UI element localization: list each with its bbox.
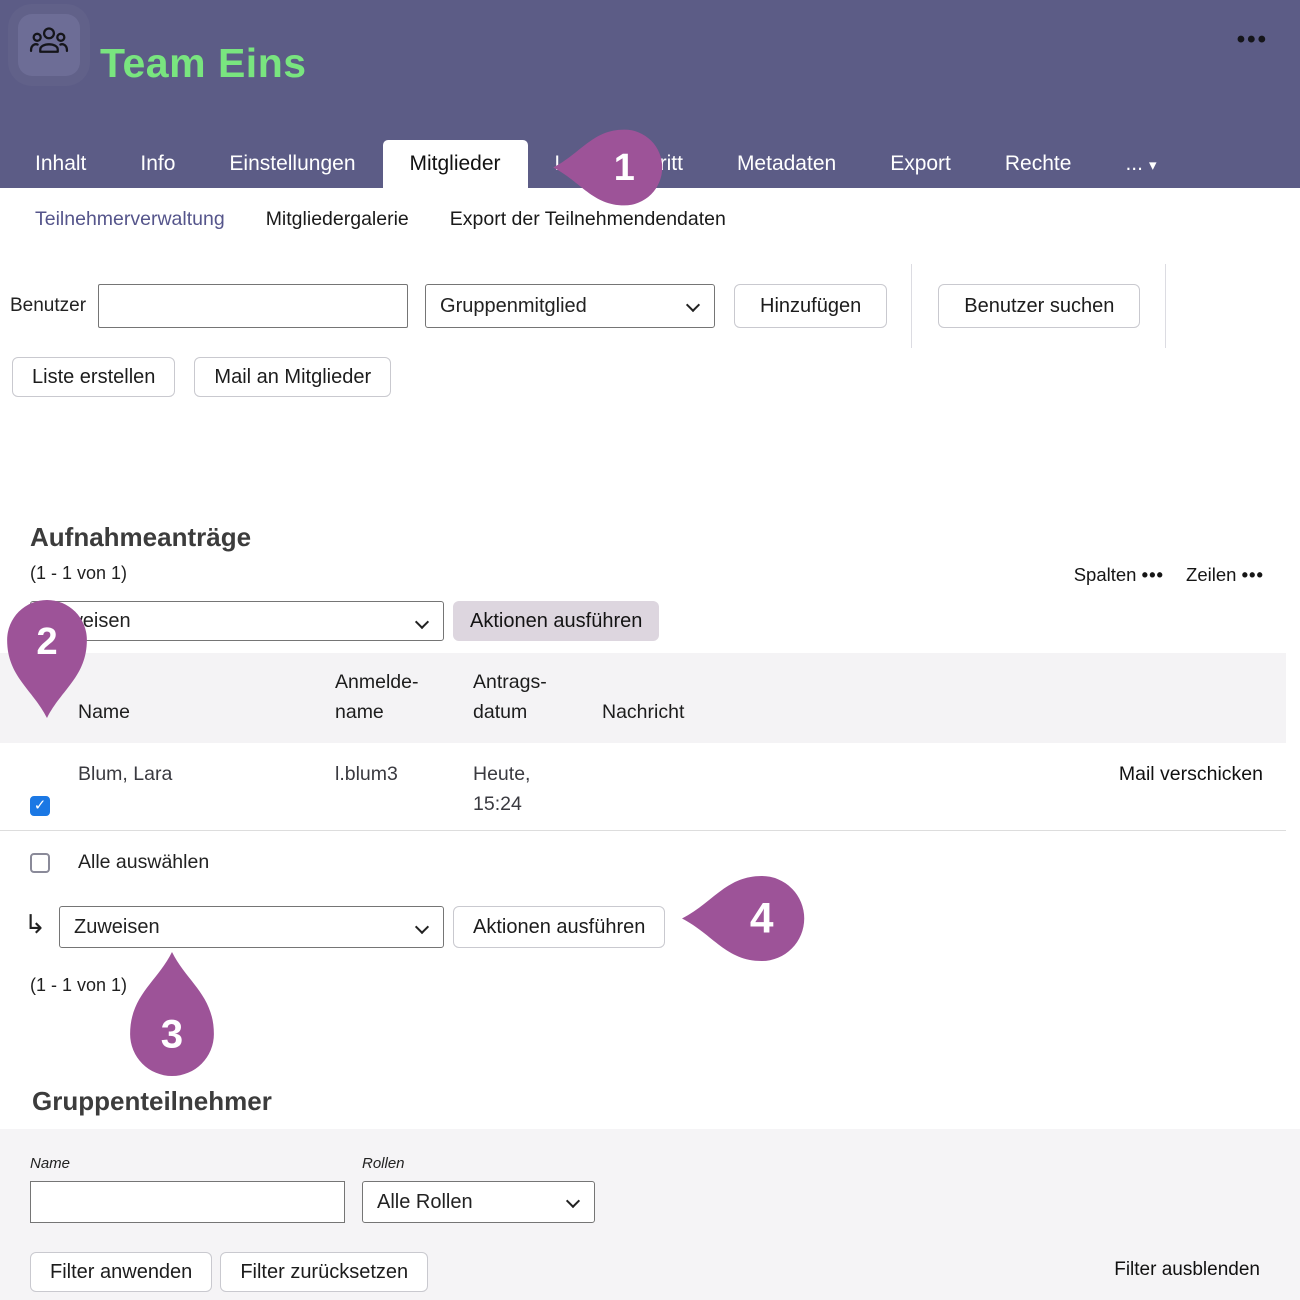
reset-filter-button[interactable]: Filter zurücksetzen [220, 1252, 428, 1292]
columns-menu[interactable]: Spalten ••• [1074, 564, 1164, 586]
svg-text:4: 4 [750, 896, 774, 943]
more-options-icon[interactable]: ••• [1237, 26, 1268, 54]
tab-info[interactable]: Info [113, 140, 202, 188]
svg-text:3: 3 [161, 1012, 183, 1057]
bottom-execute-actions-button[interactable]: Aktionen ausführen [453, 906, 665, 948]
filter-roles-label: Rollen [362, 1155, 595, 1172]
top-action-select[interactable]: Zuweisen [30, 601, 444, 641]
tab-inhalt[interactable]: Inhalt [8, 140, 113, 188]
callout-marker-1: 1 [552, 128, 665, 207]
row-name: Blum, Lara [62, 759, 335, 789]
hide-filter-link[interactable]: Filter ausblenden [1114, 1259, 1260, 1281]
requests-heading: Aufnahmeanträge [30, 522, 1300, 553]
row-mail-link[interactable]: Mail verschicken [900, 759, 1286, 789]
divider [911, 264, 912, 348]
subnav-teilnehmerverwaltung[interactable]: Teilnehmerverwaltung [35, 208, 225, 234]
subnav-mitgliedergalerie[interactable]: Mitgliedergalerie [266, 208, 409, 234]
page: Team Eins ••• Inhalt Info Einstellungen … [0, 0, 1300, 1300]
page-title: Team Eins [100, 40, 307, 87]
table-row: ✓ Blum, Lara l.blum3 Heute, 15:24 Mail v… [0, 743, 1286, 831]
tab-mitglieder[interactable]: Mitglieder [383, 140, 528, 188]
ellipsis-icon: ••• [1242, 564, 1264, 585]
chevron-down-icon [415, 920, 429, 934]
chevron-down-icon [415, 615, 429, 629]
header-login: Anmelde- name [335, 667, 473, 727]
requests-table: Name Anmelde- name Antrags- datum Nachri… [0, 653, 1286, 831]
chevron-down-icon [686, 298, 700, 312]
group-avatar [18, 14, 80, 76]
header-date: Antrags- datum [473, 667, 602, 727]
role-select[interactable]: Gruppenmitglied [425, 284, 715, 328]
divider [1165, 264, 1166, 348]
callout-marker-2: 2 [7, 600, 87, 718]
add-member-row: Benutzer Gruppenmitglied Hinzufügen Benu… [0, 284, 1300, 328]
select-all-row: Alle auswählen [0, 851, 1300, 874]
search-users-button[interactable]: Benutzer suchen [938, 284, 1140, 328]
tab-rechte[interactable]: Rechte [978, 140, 1099, 188]
content: Teilnehmerverwaltung Mitgliedergalerie E… [0, 188, 1300, 1300]
tab-einstellungen[interactable]: Einstellungen [202, 140, 382, 188]
ellipsis-icon: ••• [1142, 564, 1164, 585]
bottom-action-select[interactable]: Zuweisen [59, 906, 444, 948]
svg-text:1: 1 [614, 147, 635, 189]
filter-buttons: Filter anwenden Filter zurücksetzen [30, 1252, 1300, 1292]
header-name: Name [62, 697, 335, 727]
filter-panel: Name Rollen Alle Rollen Filter anwenden … [0, 1129, 1300, 1300]
rows-label: Zeilen [1186, 564, 1236, 585]
table-header-row: Name Anmelde- name Antrags- datum Nachri… [0, 653, 1286, 743]
benutzer-label: Benutzer [10, 295, 86, 317]
callout-marker-3: 3 [129, 952, 215, 1076]
columns-label: Spalten [1074, 564, 1137, 585]
chevron-down-icon [566, 1194, 580, 1208]
select-all-checkbox[interactable] [30, 853, 50, 873]
apply-filter-button[interactable]: Filter anwenden [30, 1252, 212, 1292]
create-list-button[interactable]: Liste erstellen [12, 357, 175, 397]
benutzer-input[interactable] [98, 284, 408, 328]
requests-count-bottom: (1 - 1 von 1) [30, 975, 1300, 996]
tab-export[interactable]: Export [863, 140, 978, 188]
mail-members-button[interactable]: Mail an Mitglieder [194, 357, 391, 397]
rows-menu[interactable]: Zeilen ••• [1186, 564, 1264, 586]
table-utils: Spalten ••• Zeilen ••• [1074, 564, 1264, 586]
filter-name-input[interactable] [30, 1181, 345, 1223]
tab-more[interactable]: ... ▾ [1098, 140, 1183, 188]
participants-heading: Gruppenteilnehmer [32, 1086, 1300, 1117]
subnav-export-teilnehmendendaten[interactable]: Export der Teilnehmendendaten [450, 208, 726, 234]
header-message: Nachricht [602, 697, 900, 727]
filter-name-label: Name [30, 1155, 345, 1172]
member-actions-row: Liste erstellen Mail an Mitglieder [0, 357, 1300, 397]
tab-metadaten[interactable]: Metadaten [710, 140, 863, 188]
bottom-actions-row: ↳ Zuweisen Aktionen ausführen [0, 906, 1300, 948]
people-group-icon [28, 22, 70, 69]
role-select-value: Gruppenmitglied [440, 295, 587, 318]
apply-to-selection-icon: ↳ [20, 909, 50, 940]
top-actions-row: Zuweisen Aktionen ausführen [30, 601, 1300, 641]
top-execute-actions-button[interactable]: Aktionen ausführen [453, 601, 659, 641]
filter-roles-value: Alle Rollen [377, 1191, 473, 1214]
svg-text:2: 2 [36, 620, 57, 663]
filter-grid: Name Rollen Alle Rollen [30, 1155, 1300, 1223]
chevron-down-icon: ▾ [1149, 157, 1157, 174]
row-checkbox-checked[interactable]: ✓ [30, 796, 50, 816]
select-all-label: Alle auswählen [78, 851, 209, 874]
requests-section: Aufnahmeanträge (1 - 1 von 1) Spalten ••… [0, 522, 1300, 996]
filter-roles-select[interactable]: Alle Rollen [362, 1181, 595, 1223]
tab-more-label: ... [1125, 152, 1143, 175]
callout-marker-4: 4 [682, 871, 806, 966]
add-user-button[interactable]: Hinzufügen [734, 284, 887, 328]
row-login: l.blum3 [335, 759, 473, 789]
participants-section: Gruppenteilnehmer Name Rollen Alle Rolle… [0, 1086, 1300, 1300]
bottom-action-select-value: Zuweisen [74, 916, 160, 939]
row-date: Heute, 15:24 [473, 759, 602, 819]
row-checkbox-cell: ✓ [0, 759, 62, 819]
